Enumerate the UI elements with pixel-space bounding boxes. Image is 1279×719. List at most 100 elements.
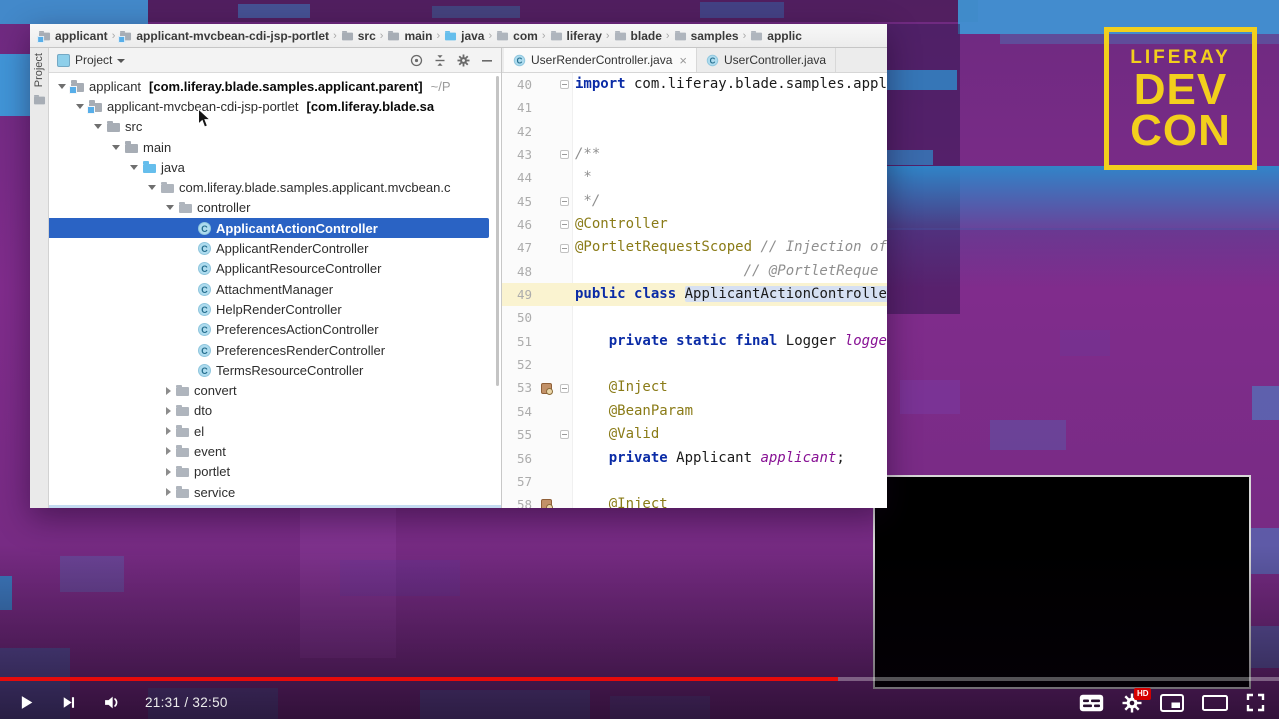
webcam-overlay-box bbox=[873, 475, 1251, 689]
tree-item[interactable]: applicant[com.liferay.blade.samples.appl… bbox=[49, 76, 501, 96]
expand-arrow-icon[interactable] bbox=[58, 84, 66, 89]
collapse-arrow-icon[interactable] bbox=[166, 407, 171, 415]
tree-item-label: dto bbox=[194, 403, 212, 418]
code-line: 53 @Inject bbox=[502, 376, 887, 399]
tree-item[interactable]: AttachmentManager bbox=[49, 279, 501, 299]
project-tool-button[interactable]: Project bbox=[33, 53, 45, 87]
expand-arrow-icon[interactable] bbox=[76, 104, 84, 109]
breadcrumb-item[interactable]: liferay bbox=[550, 29, 602, 43]
project-panel-title[interactable]: Project bbox=[75, 53, 112, 67]
code-line: 46@Controller bbox=[502, 213, 887, 236]
tab-label: UserRenderController.java bbox=[531, 53, 672, 67]
fold-icon[interactable] bbox=[560, 197, 569, 206]
gutter-icon-cell bbox=[536, 73, 556, 96]
gear-icon[interactable] bbox=[457, 54, 470, 67]
breadcrumb-item[interactable]: applic bbox=[750, 29, 802, 43]
tree-item-detail: [com.liferay.blade.sa bbox=[306, 99, 434, 114]
tree-item-label: applicant-mvcbean-cdi-jsp-portlet bbox=[107, 99, 298, 114]
breadcrumb-item[interactable]: com bbox=[496, 29, 538, 43]
tree-item[interactable]: main bbox=[49, 137, 501, 157]
seek-bar[interactable] bbox=[0, 677, 1279, 681]
play-button[interactable] bbox=[16, 692, 37, 713]
chevron-down-icon[interactable] bbox=[117, 59, 125, 63]
fold-icon[interactable] bbox=[560, 150, 569, 159]
tree-item[interactable]: dto bbox=[49, 401, 501, 421]
expand-arrow-icon[interactable] bbox=[130, 165, 138, 170]
close-icon[interactable]: × bbox=[679, 53, 687, 68]
tree-item[interactable]: el bbox=[49, 421, 501, 441]
breadcrumb-item[interactable]: java bbox=[444, 29, 484, 43]
code-text: @Inject bbox=[573, 376, 887, 399]
breadcrumb-separator: › bbox=[542, 30, 546, 42]
tree-item[interactable]: controller bbox=[49, 198, 501, 218]
tree-item[interactable]: TermsResourceController bbox=[49, 360, 501, 380]
tree-item[interactable]: com.liferay.blade.samples.applicant.mvcb… bbox=[49, 177, 501, 197]
tree-item[interactable]: portlet bbox=[49, 462, 501, 482]
tree-item[interactable]: PreferencesActionController bbox=[49, 320, 501, 340]
collapse-arrow-icon[interactable] bbox=[166, 387, 171, 395]
fullscreen-button[interactable] bbox=[1246, 693, 1265, 712]
folder-icon bbox=[342, 33, 353, 41]
tree-item[interactable]: convert bbox=[49, 380, 501, 400]
fold-icon[interactable] bbox=[560, 220, 569, 229]
fold-icon[interactable] bbox=[560, 384, 569, 393]
editor-tab[interactable]: UserRenderController.java × bbox=[504, 48, 697, 72]
breadcrumb-item[interactable]: applicant-mvcbean-cdi-jsp-portlet bbox=[119, 29, 329, 43]
breadcrumb-item[interactable]: blade bbox=[614, 29, 662, 43]
bg-patch bbox=[0, 0, 148, 24]
breadcrumb-label: com bbox=[513, 29, 538, 43]
next-button[interactable] bbox=[59, 693, 78, 712]
tree-item[interactable]: ApplicantResourceController bbox=[49, 259, 501, 279]
class-icon bbox=[198, 242, 211, 255]
tree-item[interactable]: java bbox=[49, 157, 501, 177]
breadcrumb-item[interactable]: main bbox=[387, 29, 432, 43]
hide-panel-icon[interactable] bbox=[481, 54, 493, 67]
collapse-arrow-icon[interactable] bbox=[166, 488, 171, 496]
expand-arrow-icon[interactable] bbox=[94, 124, 102, 129]
fold-cell bbox=[556, 166, 573, 189]
gutter-icon-cell bbox=[536, 493, 556, 508]
code-text: // @PortletReque bbox=[573, 260, 887, 283]
tree-item[interactable]: ApplicantRenderController bbox=[49, 238, 501, 258]
miniplayer-button[interactable] bbox=[1160, 694, 1184, 712]
tree-item[interactable]: ApplicantActionController bbox=[49, 218, 489, 238]
tree-item-label: PreferencesRenderController bbox=[216, 343, 385, 358]
fold-cell bbox=[556, 190, 573, 213]
volume-button[interactable] bbox=[100, 692, 123, 713]
theater-mode-button[interactable] bbox=[1202, 695, 1228, 711]
fold-icon[interactable] bbox=[560, 244, 569, 253]
horizontal-scrollbar[interactable] bbox=[49, 505, 501, 508]
code-area[interactable]: 40import com.liferay.blade.samples.appli… bbox=[502, 73, 887, 508]
subtitles-button[interactable] bbox=[1079, 694, 1104, 712]
class-icon bbox=[198, 323, 211, 336]
vertical-scrollbar[interactable] bbox=[496, 76, 499, 386]
locate-icon[interactable] bbox=[410, 54, 423, 67]
inject-gutter-icon[interactable] bbox=[541, 383, 552, 394]
package-icon bbox=[751, 33, 762, 41]
inject-gutter-icon[interactable] bbox=[541, 499, 552, 508]
breadcrumb-label: applicant-mvcbean-cdi-jsp-portlet bbox=[136, 29, 329, 43]
tree-item[interactable]: PreferencesRenderController bbox=[49, 340, 501, 360]
collapse-arrow-icon[interactable] bbox=[166, 447, 171, 455]
fold-icon[interactable] bbox=[560, 80, 569, 89]
tree-item[interactable]: src bbox=[49, 117, 501, 137]
settings-button[interactable]: HD bbox=[1122, 693, 1142, 713]
editor-tab[interactable]: UserController.java bbox=[697, 48, 836, 72]
tree-item[interactable]: applicant-mvcbean-cdi-jsp-portlet [com.li… bbox=[49, 96, 501, 116]
expand-arrow-icon[interactable] bbox=[112, 145, 120, 150]
expand-arrow-icon[interactable] bbox=[148, 185, 156, 190]
expand-arrow-icon[interactable] bbox=[166, 205, 174, 210]
tree-item[interactable]: service bbox=[49, 482, 501, 502]
fold-icon[interactable] bbox=[560, 430, 569, 439]
tree-item[interactable]: event bbox=[49, 441, 501, 461]
bg-patch bbox=[884, 166, 1279, 230]
code-line: 49public class ApplicantActionController bbox=[502, 283, 887, 306]
breadcrumb-item[interactable]: applicant bbox=[38, 29, 108, 43]
collapse-arrow-icon[interactable] bbox=[166, 427, 171, 435]
tree-item[interactable]: HelpRenderController bbox=[49, 299, 501, 319]
code-line: 58 @Inject bbox=[502, 493, 887, 508]
breadcrumb-item[interactable]: samples bbox=[674, 29, 739, 43]
collapse-all-icon[interactable] bbox=[434, 54, 446, 67]
collapse-arrow-icon[interactable] bbox=[166, 468, 171, 476]
breadcrumb-item[interactable]: src bbox=[341, 29, 376, 43]
